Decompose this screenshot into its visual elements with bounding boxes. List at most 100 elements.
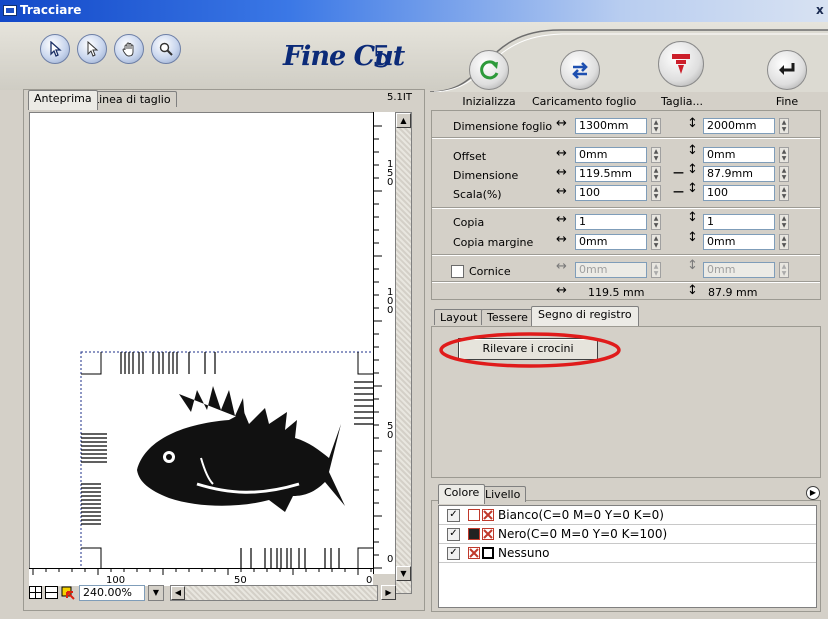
horizontal-arrow-icon: ↔ [556,165,567,180]
panel-menu-icon[interactable]: ▶ [806,486,820,500]
frame-x-spinner[interactable]: ▲ ▼ [651,262,661,278]
offset-x-spinner[interactable]: ▲ ▼ [651,147,661,163]
scale-y-spinner[interactable]: ▲ ▼ [779,185,789,201]
scroll-down-arrow-icon[interactable]: ▼ [396,566,411,581]
copy-y-field[interactable]: 1 [703,214,775,230]
close-icon[interactable]: x [816,3,824,17]
zoom-tool[interactable] [151,34,181,64]
copy-margin-x-spinner[interactable]: ▲ ▼ [651,234,661,250]
scale-x-spinner[interactable]: ▲ ▼ [651,185,661,201]
layer-row-nero[interactable]: ✓ Nero(C=0 M=0 Y=0 K=100) [439,525,816,544]
black-swatch-icon [468,528,480,540]
dimension-width-spinner[interactable]: ▲ ▼ [651,166,661,182]
sheet-width-spinner[interactable]: ▲ ▼ [651,118,661,134]
frame-y-field[interactable]: 0mm [703,262,775,278]
layer-list: ✓ Bianco(C=0 M=0 Y=0 K=0) ✓ Nero(C=0 M=0… [438,505,817,608]
ruler-v-label-100: 1 0 0 [387,287,394,316]
layer-visible-checkbox[interactable]: ✓ [447,546,460,560]
vertical-arrow-icon: ↕ [687,181,698,196]
fit-page-icon[interactable] [29,586,42,599]
horizontal-scrollbar[interactable] [170,585,378,601]
app-icon [3,5,17,16]
tab-level[interactable]: Livello [479,486,527,502]
vertical-arrow-icon: ↕ [687,258,698,273]
tab-color[interactable]: Colore [438,484,486,504]
sheet-height-field[interactable]: 2000mm [703,118,775,134]
finish-button[interactable] [767,50,807,90]
initialize-label: Inizializza [462,95,516,108]
copy-label: Copia [453,216,485,229]
scroll-up-arrow-icon[interactable]: ▲ [396,113,411,128]
horizontal-arrow-icon: ↔ [556,232,567,247]
horizontal-arrow-icon: ↔ [556,116,567,131]
ruler-v-label-0: 0 [387,554,394,565]
dimension-label: Dimensione [453,169,519,182]
horizontal-arrow-icon: ↔ [556,259,567,274]
layer-name: Nero(C=0 M=0 Y=0 K=100) [498,527,668,541]
frame-checkbox[interactable] [451,265,464,278]
tab-layout[interactable]: Layout [434,309,484,325]
load-sheet-button[interactable] [560,50,600,90]
fish-artwork [137,386,345,512]
fit-selection-icon[interactable] [61,586,75,600]
fit-width-icon[interactable] [45,586,58,599]
white-swatch-icon [468,509,480,521]
scale-label: Scala(%) [453,188,502,201]
vertical-arrow-icon: ↕ [687,143,698,158]
window-title: Tracciare [20,3,82,17]
offset-x-field[interactable]: 0mm [575,147,647,163]
vertical-arrow-icon: ↕ [687,210,698,225]
frame-x-field[interactable]: 0mm [575,262,647,278]
layer-visible-checkbox[interactable]: ✓ [447,508,460,522]
zoom-field[interactable]: 240.00% [79,585,145,601]
scroll-left-arrow-icon[interactable]: ◀ [171,586,185,600]
initialize-button[interactable] [469,50,509,90]
ruler-v-label-50: 5 0 [387,421,394,441]
sheet-height-spinner[interactable]: ▲ ▼ [779,118,789,134]
hand-tool[interactable] [114,34,144,64]
sheet-width-field[interactable]: 1300mm [575,118,647,134]
horizontal-arrow-icon: ↔ [556,283,567,298]
frame-y-spinner[interactable]: ▲ ▼ [779,262,789,278]
tab-tiles[interactable]: Tessere [481,309,534,325]
dimension-height-field[interactable]: 87.9mm [703,166,775,182]
link-proportion-icon[interactable]: — [673,166,684,179]
layer-visible-checkbox[interactable]: ✓ [447,527,460,541]
tab-registration-mark[interactable]: Segno di registro [531,306,639,326]
dimension-width-field[interactable]: 119.5mm [575,166,647,182]
direct-select-tool[interactable] [77,34,107,64]
cut-button[interactable] [658,41,704,87]
dimension-height-spinner[interactable]: ▲ ▼ [779,166,789,182]
arrow-cursor-icon [50,41,62,57]
copy-margin-y-field[interactable]: 0mm [703,234,775,250]
scale-y-field[interactable]: 100 [703,185,775,201]
divider [432,281,820,283]
offset-y-spinner[interactable]: ▲ ▼ [779,147,789,163]
artwork-preview [80,351,379,571]
copy-y-spinner[interactable]: ▲ ▼ [779,214,789,230]
tab-cut-line[interactable]: Linea di taglio [87,91,177,107]
title-bar [0,0,828,22]
layer-row-bianco[interactable]: ✓ Bianco(C=0 M=0 Y=0 K=0) [439,506,816,525]
vertical-scrollbar[interactable] [395,112,412,594]
divider [432,137,820,139]
vertical-arrow-icon: ↕ [687,230,698,245]
select-arrow-tool[interactable] [40,34,70,64]
brand-version: 5 [372,40,392,75]
ruler-v-label-150: 1 5 0 [387,159,394,188]
tab-preview[interactable]: Anteprima [28,90,98,110]
copy-margin-x-field[interactable]: 0mm [575,234,647,250]
scale-x-field[interactable]: 100 [575,185,647,201]
frame-label: Cornice [469,265,511,278]
layer-row-nessuno[interactable]: ✓ Nessuno [439,544,816,563]
offset-y-field[interactable]: 0mm [703,147,775,163]
link-scale-icon[interactable]: — [673,185,684,198]
copy-x-field[interactable]: 1 [575,214,647,230]
copy-margin-y-spinner[interactable]: ▲ ▼ [779,234,789,250]
plotter-cutter-icon [672,54,690,74]
swap-arrows-icon [572,62,588,79]
cut-mark-red-x-icon [482,509,494,521]
scroll-right-arrow-icon[interactable]: ▶ [381,585,396,600]
zoom-dropdown-icon[interactable]: ▼ [148,585,164,601]
copy-x-spinner[interactable]: ▲ ▼ [651,214,661,230]
